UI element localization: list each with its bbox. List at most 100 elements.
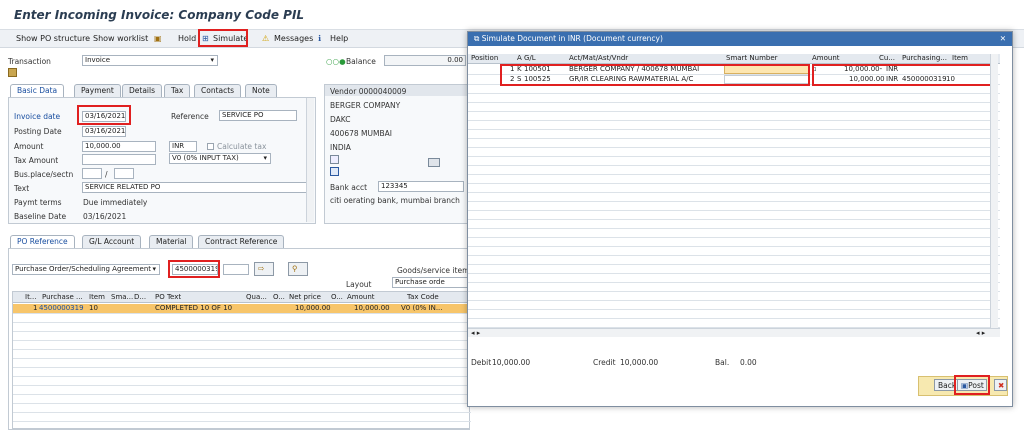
vendor-detail-icon[interactable] (330, 155, 339, 164)
tab-po-reference[interactable]: PO Reference (10, 235, 75, 248)
tab-basic-data[interactable]: Basic Data (10, 84, 65, 97)
col-header[interactable]: Purchase ... (42, 293, 83, 302)
sim-vertical-scrollbar[interactable] (990, 54, 998, 336)
col-header[interactable]: It... (25, 293, 36, 302)
folder-icon[interactable] (8, 68, 17, 77)
reference-label: Reference (171, 112, 209, 121)
bank-acct-field[interactable]: 123345 (378, 181, 464, 192)
tax-code-select[interactable]: V0 (0% INPUT TAX) ▾ (169, 153, 271, 164)
sim-horizontal-scrollbar[interactable]: ◂ ▸ ◂ ▸ (468, 328, 1000, 337)
vendor-line-2: DAKC (330, 115, 351, 124)
hold-button[interactable]: Hold (178, 34, 196, 43)
vendor-country: INDIA (330, 143, 351, 152)
col-header[interactable]: Position (471, 54, 498, 63)
table-row (13, 386, 471, 395)
transaction-label: Transaction (8, 57, 51, 66)
reference-field[interactable]: SERVICE PO (219, 110, 297, 121)
table-row[interactable]: 1 4500000319 10 COMPLETED 10 OF 10 10,00… (13, 304, 471, 314)
table-row (468, 310, 1000, 319)
col-header[interactable]: Net price (289, 293, 321, 302)
col-header[interactable]: Cu... (879, 54, 895, 63)
po-open-icon[interactable]: ⇨ (254, 262, 274, 276)
col-header[interactable]: O... (331, 293, 343, 302)
table-row (468, 247, 1000, 256)
col-header[interactable]: Item (952, 54, 968, 63)
document-icon[interactable]: ▣ (154, 34, 162, 43)
show-po-structure-button[interactable]: Show PO structure (16, 34, 90, 43)
currency-field[interactable]: INR (169, 141, 197, 152)
scroll-arrows-icon[interactable]: ◂ ▸ (471, 329, 480, 338)
col-header[interactable]: Act/Mat/Ast/Vndr (569, 54, 628, 63)
table-row (13, 377, 471, 386)
posting-date-label: Posting Date (14, 127, 62, 136)
amount-label: Amount (14, 142, 44, 151)
debit-label: Debit (471, 358, 492, 367)
doc-type-select[interactable]: Purchase Order/Scheduling Agreement ▾ (12, 264, 160, 275)
po-grid-header: It... Purchase ... Item Sma... D... PO T… (13, 292, 471, 303)
po-item-field[interactable] (223, 264, 249, 275)
vendor-calendar-icon[interactable] (330, 167, 339, 176)
row-tax-code[interactable]: V0 (0% IN... (401, 304, 443, 313)
close-icon[interactable]: ✕ (1000, 34, 1006, 43)
tab-details[interactable]: Details (122, 84, 163, 97)
goods-service-label: Goods/service items (397, 266, 474, 275)
tab-note[interactable]: Note (245, 84, 277, 97)
reference-tabstrip: PO Reference G/L Account Material Contra… (8, 235, 468, 249)
col-header[interactable]: Sma... (111, 293, 133, 302)
table-row (13, 359, 471, 368)
col-header[interactable]: Amount (812, 54, 840, 63)
credit-label: Credit (593, 358, 616, 367)
col-header[interactable]: Amount (347, 293, 375, 302)
po-items-grid: It... Purchase ... Item Sma... D... PO T… (12, 291, 471, 429)
posting-date-field[interactable]: 03/16/2021 (82, 126, 126, 137)
bus-place-field[interactable] (82, 168, 102, 179)
messages-button[interactable]: Messages (274, 34, 313, 43)
tab-payment[interactable]: Payment (74, 84, 121, 97)
cancel-icon[interactable]: ✖ (994, 379, 1007, 391)
row-index: 1 (33, 304, 38, 312)
invoice-tabstrip: Basic Data Payment Details Tax Contacts … (8, 84, 318, 98)
layout-field[interactable]: Purchase orde (392, 277, 468, 288)
col-header[interactable]: D... (134, 293, 146, 302)
bank-acct-label: Bank acct (330, 183, 368, 192)
paymt-terms-label: Paymt terms (14, 198, 62, 207)
calculate-tax-checkbox[interactable] (207, 143, 214, 150)
amount-field[interactable]: 10,000.00 (82, 141, 156, 152)
transaction-select[interactable]: Invoice ▾ (82, 55, 218, 66)
table-row (468, 166, 1000, 175)
col-header[interactable]: Smart Number (726, 54, 778, 63)
table-row (468, 148, 1000, 157)
table-row (13, 341, 471, 350)
table-row (468, 112, 1000, 121)
tab-material[interactable]: Material (149, 235, 194, 248)
basic-data-scrollbar[interactable] (306, 98, 314, 222)
col-header[interactable]: A (517, 54, 522, 63)
tab-tax[interactable]: Tax (164, 84, 191, 97)
po-link[interactable]: 4500000319 (39, 304, 84, 313)
tab-contract-reference[interactable]: Contract Reference (198, 235, 285, 248)
table-row (468, 94, 1000, 103)
vendor-edit-icon[interactable] (428, 158, 440, 167)
help-button[interactable]: Help (330, 34, 348, 43)
col-header[interactable]: Tax Code (407, 293, 439, 302)
po-search-icon[interactable]: ⚲ (288, 262, 308, 276)
table-row (468, 175, 1000, 184)
tax-amount-field[interactable] (82, 154, 156, 165)
scroll-arrows-icon[interactable]: ◂ ▸ (976, 329, 985, 338)
col-header[interactable]: Qua... (246, 293, 267, 302)
simulate-dialog-title: Simulate Document in INR (Document curre… (481, 34, 663, 43)
section-field[interactable] (114, 168, 134, 179)
col-header[interactable]: Item (89, 293, 105, 302)
tab-contacts[interactable]: Contacts (194, 84, 242, 97)
table-row (468, 103, 1000, 112)
simulate-dialog-header: ⧉ Simulate Document in INR (Document cur… (468, 32, 1012, 46)
tab-gl-account[interactable]: G/L Account (82, 235, 142, 248)
text-field[interactable]: SERVICE RELATED PO (82, 182, 308, 193)
show-worklist-button[interactable]: Show worklist (93, 34, 148, 43)
table-row (13, 314, 471, 323)
col-header[interactable]: G/L (524, 54, 536, 63)
col-header[interactable]: O... (273, 293, 285, 302)
col-header[interactable]: Purchasing... (902, 54, 947, 63)
tax-amount-label: Tax Amount (14, 156, 59, 165)
col-header[interactable]: PO Text (155, 293, 181, 302)
